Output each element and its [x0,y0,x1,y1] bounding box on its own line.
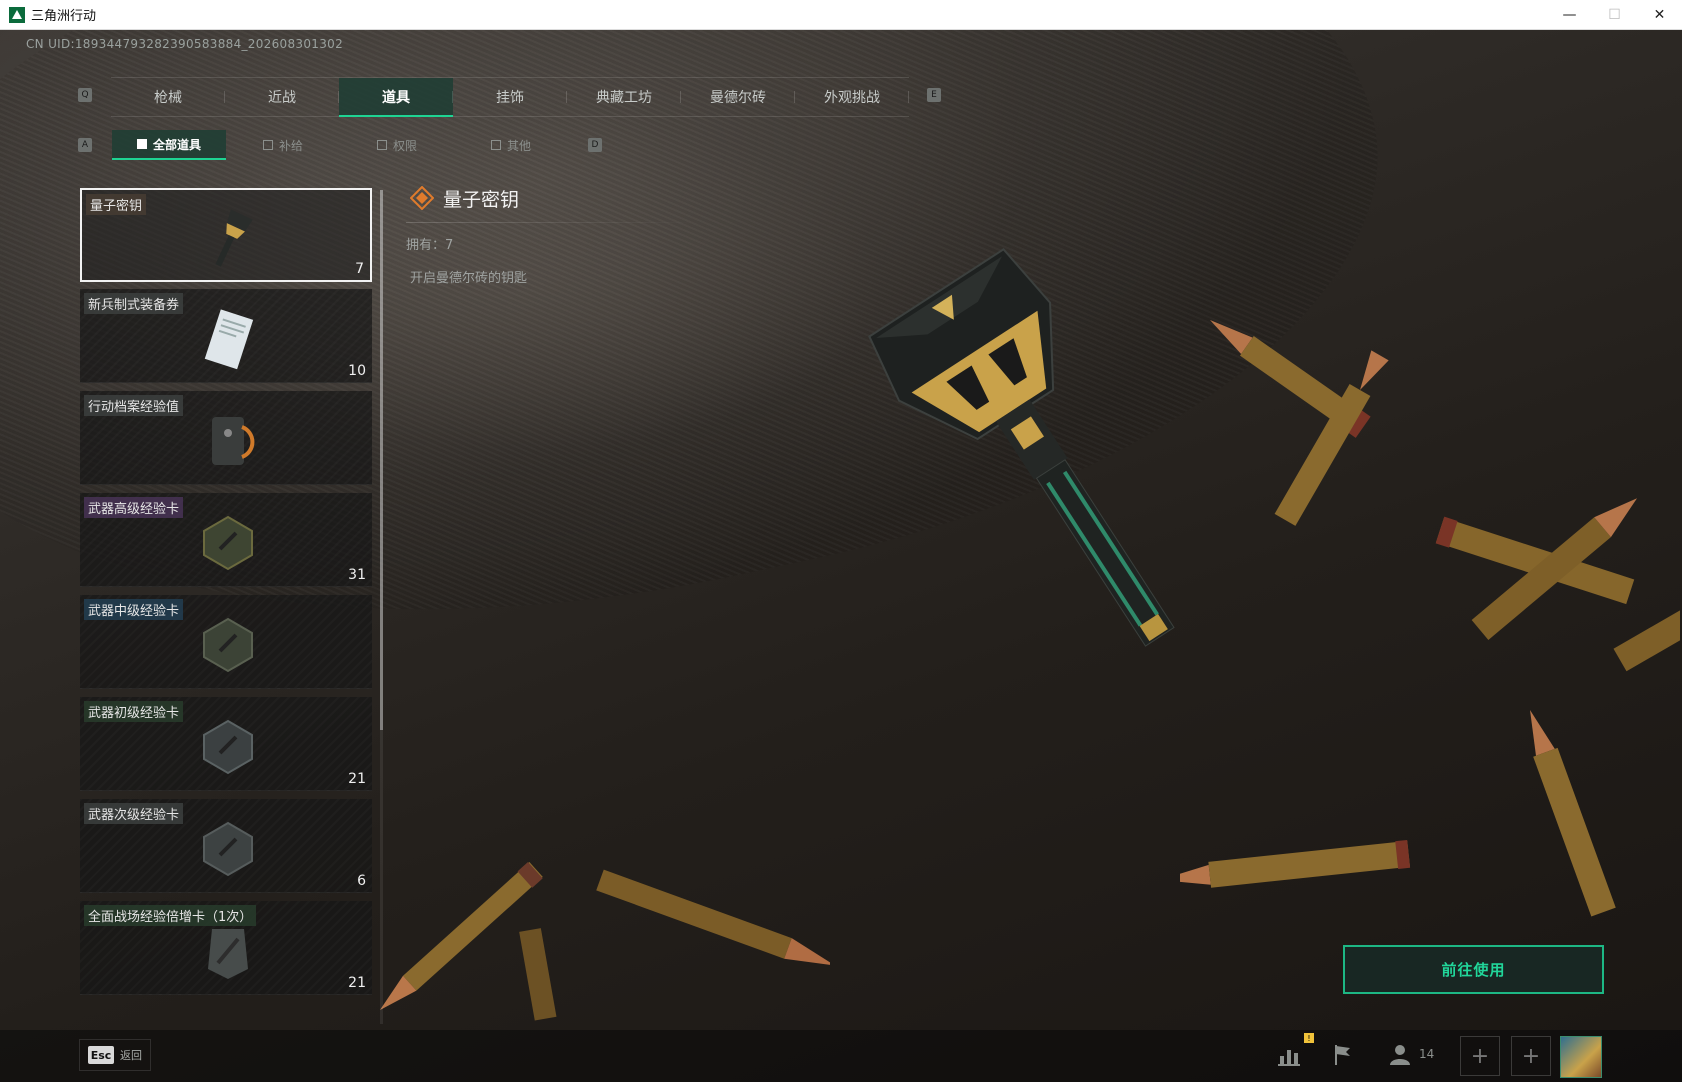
stats-icon[interactable] [1276,1042,1302,1068]
maximize-button[interactable]: ☐ [1592,0,1637,30]
go-use-button[interactable]: 前往使用 [1343,945,1604,994]
app-logo-icon [9,6,25,23]
item-name: 新兵制式装备券 [84,293,184,314]
weapon-exp-card-icon [203,515,253,571]
weapon-exp-card-icon [203,617,253,673]
window-title: 三角洲行动 [31,9,97,24]
notification-badge: ! [1304,1033,1314,1043]
tab-firearms[interactable]: 枪械 [111,78,225,116]
subtab-other[interactable]: 其他 [454,130,568,160]
list-item[interactable]: 全面战场经验倍增卡（1次） 21 [80,901,372,995]
esc-key-hint: Esc [88,1046,114,1064]
tab-mandel-brick[interactable]: 曼德尔砖 [681,78,795,116]
avatar[interactable] [1560,1036,1602,1078]
tab-next-key-hint: E [927,88,941,102]
add-teammate-slot[interactable]: + [1460,1036,1500,1076]
tab-melee[interactable]: 近战 [225,78,339,116]
tab-items[interactable]: 道具 [339,78,453,117]
item-count: 21 [348,975,366,991]
weapon-exp-card-icon [203,821,253,877]
friend-count: 14 [1419,1047,1435,1061]
diamond-icon [410,186,434,210]
voucher-icon [204,309,254,370]
window-controls: — ☐ ✕ [1547,0,1682,30]
grid-icon [136,139,147,149]
subtab-prev-key-hint: A [78,138,92,152]
quantum-key-render [868,248,1175,647]
tab-charms[interactable]: 挂饰 [453,78,567,116]
item-name: 武器次级经验卡 [84,803,184,824]
subtab-label: 其他 [506,138,531,153]
item-count: 6 [357,873,366,889]
tab-appearance-challenge[interactable]: 外观挑战 [795,78,909,116]
item-count: 31 [348,567,366,583]
minimize-button[interactable]: — [1547,0,1592,30]
list-item[interactable]: 武器初级经验卡 21 [80,697,372,791]
item-owned-count: 拥有：7 [406,238,454,253]
weapon-exp-card-icon [203,719,253,775]
item-subtabs: 全部道具 补给 权限 其他 [112,130,568,160]
subtab-label: 权限 [392,138,417,153]
scrollbar-thumb[interactable] [380,190,383,730]
subtab-supplies[interactable]: 补给 [226,130,340,160]
window-titlebar: 三角洲行动 — ☐ ✕ [0,0,1682,30]
game-viewport: CN UID:189344793282390583884_20260830130… [0,30,1682,1082]
exp-boost-card-icon [208,929,248,979]
quantum-key-icon [215,209,253,267]
player-uid: CN UID:189344793282390583884_20260830130… [26,37,344,51]
tab-collection-workshop[interactable]: 典藏工坊 [567,78,681,116]
category-tabs: 枪械 近战 道具 挂饰 典藏工坊 曼德尔砖 外观挑战 [111,77,909,117]
item-count: 21 [348,771,366,787]
item-detail-title: 量子密钥 [443,189,520,211]
bottom-bar: Esc 返回 ! 14 + + [0,1030,1682,1082]
item-name: 量子密钥 [86,194,147,215]
subtab-all-items[interactable]: 全部道具 [112,130,226,160]
item-name: 行动档案经验值 [84,395,184,416]
item-list-scrollbar[interactable] [380,190,383,1024]
item-name: 武器初级经验卡 [84,701,184,722]
subtab-next-key-hint: D [588,138,602,152]
detail-divider [406,222,696,223]
subtab-label: 全部道具 [152,137,201,152]
item-list: 量子密钥 7 新兵制式装备券 10 行动档案经验值 武器高级经验卡 31 武器中… [80,188,372,1024]
list-item[interactable]: 量子密钥 7 [80,188,372,282]
flag-icon[interactable] [1330,1042,1356,1068]
permission-icon [376,140,387,150]
item-name: 武器中级经验卡 [84,599,184,620]
list-item[interactable]: 行动档案经验值 [80,391,372,485]
add-teammate-slot[interactable]: + [1511,1036,1551,1076]
back-button[interactable]: Esc 返回 [79,1039,151,1071]
dossier-icon [212,417,255,465]
back-label: 返回 [120,1049,142,1062]
item-count: 10 [348,363,366,379]
friends-icon[interactable] [1387,1042,1413,1068]
close-button[interactable]: ✕ [1637,0,1682,30]
item-name: 武器高级经验卡 [84,497,184,518]
supply-icon [262,140,273,150]
list-item[interactable]: 新兵制式装备券 10 [80,289,372,383]
list-item[interactable]: 武器高级经验卡 31 [80,493,372,587]
other-icon [490,140,501,150]
item-count: 7 [355,261,364,277]
subtab-permissions[interactable]: 权限 [340,130,454,160]
item-description: 开启曼德尔砖的钥匙 [410,271,528,286]
list-item[interactable]: 武器中级经验卡 [80,595,372,689]
list-item[interactable]: 武器次级经验卡 6 [80,799,372,893]
tab-prev-key-hint: Q [78,88,92,102]
subtab-label: 补给 [278,138,303,153]
bullets-decoration-left [380,861,830,1021]
